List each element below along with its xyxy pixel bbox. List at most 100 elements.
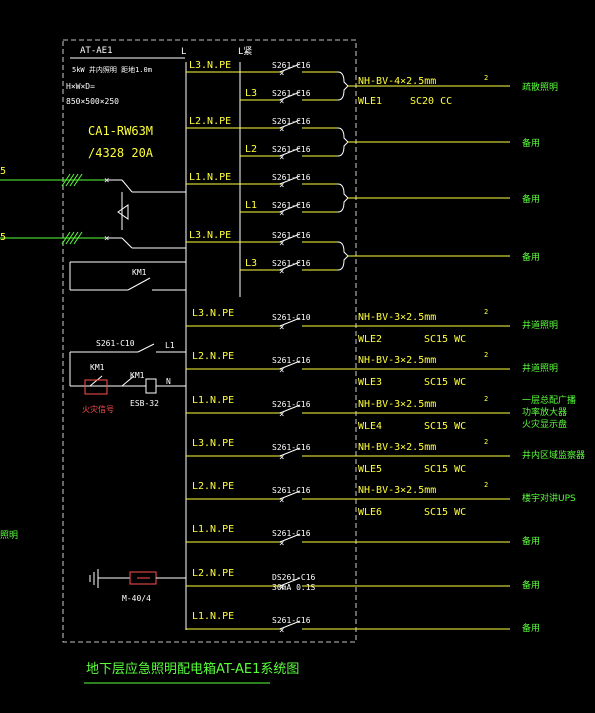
single-circuit: L3.N.PE S261-C16× NH-BV-3×2.5mm 2 WLE5 SC15 W… (186, 438, 585, 475)
breaker-x: × (279, 496, 284, 506)
circuit-destination: 备用 (522, 137, 540, 149)
surge-label: M-40/4 (122, 594, 151, 603)
circuit-id: WLE2 (358, 334, 382, 345)
single-circuits: L3.N.PE S261-C10×NH-BV-3×2.5mm 2WLE2 SC15 W… (186, 308, 585, 636)
breaker-x: × (279, 539, 284, 549)
esb-label: ESB-32 (130, 399, 159, 408)
cable-superscript: 2 (484, 351, 488, 359)
fire-signal-label: 火灾信号 (82, 404, 114, 414)
breaker-x: × (279, 323, 284, 333)
circuit-phase: L1.N.PE (189, 172, 231, 183)
single-circuit: L2.N.PE DS261-C1630mA 0.1S× 备用 (186, 568, 540, 593)
circuit-phase-2: L1 (245, 200, 257, 211)
control-circuit (69, 343, 186, 394)
breaker-label: S261-C16 (272, 400, 311, 409)
single-circuit: L3.N.PE S261-C10× NH-BV-3×2.5mm 2 WLE2 SC15 W… (186, 308, 558, 345)
brace-symbol (337, 183, 349, 213)
circuit-destination: 备用 (522, 193, 540, 205)
breaker-label: S261-C16 (272, 89, 311, 98)
breaker-x: × (279, 583, 284, 593)
control-breaker: S261-C10 (96, 339, 135, 348)
brace-symbol (337, 127, 349, 157)
panel-spec: 5kW 井内照明 距地1.0m (72, 65, 152, 74)
circuit-phase-2: L3 (245, 258, 257, 269)
circuit-destination: 备用 (522, 251, 540, 263)
cable-spec: NH-BV-4×2.5mm (358, 76, 436, 87)
circuit-id: WLE1 (358, 96, 382, 107)
cable-spec: NH-BV-3×2.5mm (358, 485, 436, 496)
surge-protector (89, 569, 186, 588)
breaker-label: S261-C16 (272, 117, 311, 126)
conduit-spec: SC15 WC (424, 507, 466, 518)
incoming-label-2: 5 (0, 232, 6, 243)
brace-symbol (337, 71, 349, 101)
circuit-id: WLE5 (358, 464, 382, 475)
breaker-label: S261-C16 (272, 356, 311, 365)
cable-spec: NH-BV-3×2.5mm (358, 442, 436, 453)
cable-superscript: 2 (484, 438, 488, 446)
diagram-title: 地下层应急照明配电箱AT-AE1系统图 (86, 661, 299, 677)
cable-spec: NH-BV-3×2.5mm (358, 399, 436, 410)
schematic-canvas: AT-AE1 5kW 井内照明 距地1.0m H×W×D= 850×500×25… (0, 39, 585, 684)
conduit-spec: SC15 WC (424, 377, 466, 388)
incoming-label-1: 5 (0, 166, 6, 177)
circuit-phase: L2.N.PE (189, 116, 231, 127)
dual-circuit: L3.N.PE S261-C16L3 S261-C16××NH-BV-4×2.5mm… (186, 60, 558, 107)
circuit-phase: L3.N.PE (189, 230, 231, 241)
circuit-phase: L2.N.PE (192, 351, 234, 362)
conduit-spec: SC20 CC (410, 96, 452, 107)
circuit-phase: L3.N.PE (192, 438, 234, 449)
circuit-destination: 备用 (522, 535, 540, 547)
ats-model: CA1-RW63M (88, 124, 153, 138)
breaker-label: S261-C16 (272, 231, 311, 240)
cable-superscript: 2 (484, 395, 488, 403)
breaker-x: × (279, 239, 284, 249)
circuit-destination: 一层总配广播功率放大器火灾显示盘 (522, 394, 576, 430)
circuit-id: WLE3 (358, 377, 382, 388)
bus-label-le: L紧 (238, 46, 252, 57)
circuit-destination: 疏散照明 (522, 81, 558, 93)
breaker-x: × (279, 366, 284, 376)
conduit-spec: SC15 WC (424, 334, 466, 345)
control-line-label: L1 (165, 341, 175, 350)
breaker-label: S261-C16 (272, 145, 311, 154)
circuit-destination: 井道照明 (522, 362, 558, 374)
breaker-x: × (279, 209, 284, 219)
circuit-id: WLE4 (358, 421, 382, 432)
breaker-x: × (279, 267, 284, 277)
circuit-phase: L1.N.PE (192, 395, 234, 406)
bus-label-l: L (181, 47, 186, 57)
circuit-phase: L1.N.PE (192, 524, 234, 535)
circuit-destination: 备用 (522, 579, 540, 591)
control-km1b-label: KM1 (130, 371, 145, 380)
single-circuit: L2.N.PE S261-C16× NH-BV-3×2.5mm 2 WLE3 SC15 W… (186, 351, 558, 388)
breaker-x: × (279, 125, 284, 135)
ats-spec: /4328 20A (88, 146, 154, 160)
dual-circuits: L3.N.PE S261-C16L3 S261-C16××NH-BV-4×2.5mm… (186, 60, 558, 277)
single-circuit: L1.N.PE S261-C16× 备用 (186, 611, 540, 636)
breaker-label: S261-C16 (272, 486, 311, 495)
conduit-spec: SC15 WC (424, 421, 466, 432)
circuit-phase: L3.N.PE (192, 308, 234, 319)
dual-circuit: L1.N.PE S261-C16L1 S261-C16××备用 (186, 172, 540, 219)
breaker-x: × (279, 69, 284, 79)
breaker-label: S261-C16 (272, 529, 311, 538)
circuit-destination: 井道照明 (522, 319, 558, 331)
breaker-label: S261-C16 (272, 173, 311, 182)
panel-size-value: 850×500×250 (66, 97, 119, 106)
breaker-x: × (279, 626, 284, 636)
circuit-id: WLE6 (358, 507, 382, 518)
breaker-label: S261-C16 (272, 443, 311, 452)
breaker-x: × (279, 453, 284, 463)
brace-symbol (337, 241, 349, 271)
incoming-switch-x-2: × (104, 234, 109, 244)
circuit-phase: L2.N.PE (192, 481, 234, 492)
breaker-x: × (279, 181, 284, 191)
cable-spec: NH-BV-3×2.5mm (358, 355, 436, 366)
panel-size-label: H×W×D= (66, 82, 95, 91)
circuit-phase: L2.N.PE (192, 568, 234, 579)
cable-superscript: 2 (484, 74, 488, 82)
cable-superscript: 2 (484, 308, 488, 316)
breaker-x: × (279, 97, 284, 107)
circuit-destination: 楼宇对讲UPS (522, 492, 576, 504)
